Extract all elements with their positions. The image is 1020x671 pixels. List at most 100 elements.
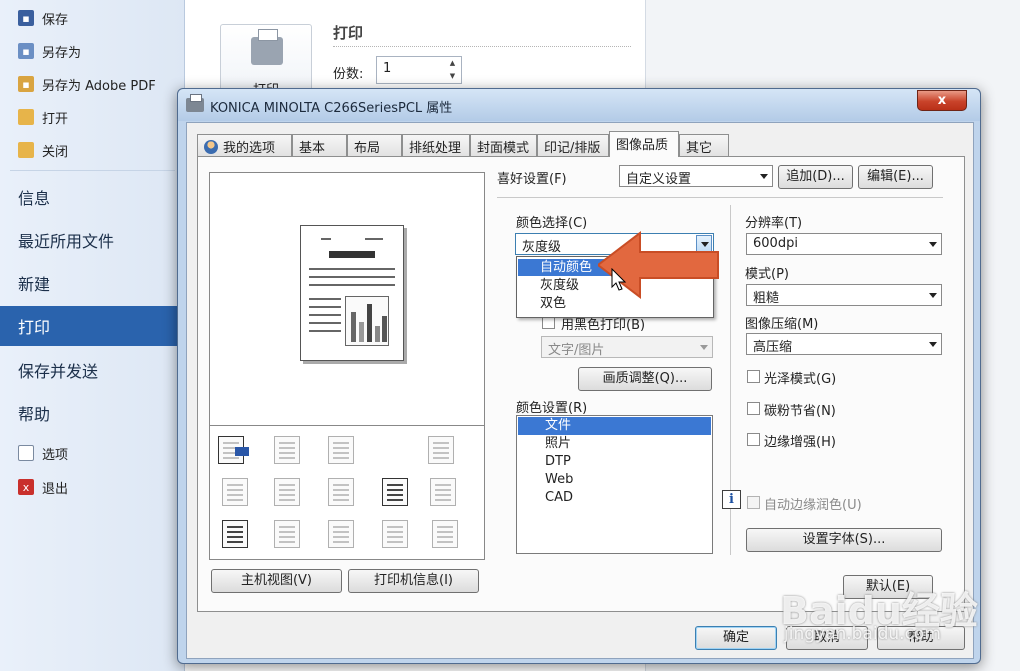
color-settings-item[interactable]: 文件	[518, 417, 711, 435]
copies-spinner[interactable]: ▲ ▼	[444, 57, 461, 83]
watermark-icon	[382, 478, 408, 506]
backstage-save-as[interactable]: ▪ 另存为	[0, 36, 185, 66]
ok-button[interactable]: 确定	[695, 626, 777, 650]
backstage-options-label: 选项	[42, 447, 69, 463]
backstage-help[interactable]: 帮助	[0, 393, 185, 433]
toner-save-checkbox[interactable]	[747, 402, 760, 415]
tab-basic[interactable]: 基本	[292, 134, 347, 156]
color-settings-item[interactable]: CAD	[518, 489, 711, 507]
backstage-save-send[interactable]: 保存并发送	[0, 350, 185, 390]
backstage-close-label: 关闭	[42, 144, 69, 160]
backstage-open[interactable]: 打开	[0, 102, 185, 132]
tab-other[interactable]: 其它	[679, 134, 729, 156]
tab-image-quality[interactable]: 图像品质	[609, 131, 679, 157]
backstage-recent[interactable]: 最近所用文件	[0, 220, 185, 260]
color-settings-item[interactable]: 照片	[518, 435, 711, 453]
color-settings-label: 颜色设置(R)	[516, 401, 588, 416]
edge-enhance-checkbox[interactable]	[747, 433, 760, 446]
info-icon[interactable]: i	[722, 490, 741, 509]
host-view-button[interactable]: 主机视图(V)	[211, 569, 342, 593]
mode-value: 粗糙	[753, 291, 780, 306]
tab-output[interactable]: 排纸处理	[402, 134, 470, 156]
exit-icon: x	[18, 479, 34, 495]
color-settings-list[interactable]: 文件 照片 DTP Web CAD	[516, 415, 713, 554]
preview-line	[321, 238, 331, 240]
edit-favorite-button[interactable]: 编辑(E)...	[858, 165, 933, 189]
backstage-save[interactable]: ▪ 保存	[0, 3, 185, 33]
backstage-options[interactable]: 选项	[0, 438, 185, 468]
tab-stamp-label: 印记/排版	[544, 141, 601, 156]
tab-image-quality-label: 图像品质	[616, 138, 669, 153]
baidu-watermark: Baidu经验 jingyan.baidu.com	[780, 580, 1020, 671]
tab-cover[interactable]: 封面模式	[470, 134, 537, 156]
color-settings-item[interactable]: DTP	[518, 453, 711, 471]
layout-icon	[218, 436, 249, 464]
preview-line	[309, 276, 395, 278]
punch-icon	[428, 436, 454, 464]
printer-icon	[186, 94, 204, 112]
tab-basic-label: 基本	[299, 141, 326, 156]
function-icons-panel	[209, 425, 485, 560]
favorites-divider	[497, 197, 943, 198]
tab-stamp[interactable]: 印记/排版	[537, 134, 609, 156]
auto-trap-checkbox[interactable]	[747, 496, 760, 509]
backstage-exit-label: 退出	[42, 481, 69, 497]
backstage-save-send-label: 保存并发送	[18, 362, 99, 381]
quality-adjust-button[interactable]: 画质调整(Q)...	[578, 367, 712, 391]
print-divider	[333, 46, 631, 47]
backstage-help-label: 帮助	[18, 405, 51, 424]
gloss-checkbox[interactable]	[747, 370, 760, 383]
preview-line	[309, 298, 341, 300]
staple-icon	[274, 436, 300, 464]
font-settings-button[interactable]: 设置字体(S)...	[746, 528, 942, 552]
preview-line	[309, 268, 395, 270]
backstage-save-as-pdf[interactable]: ▪ 另存为 Adobe PDF	[0, 69, 185, 99]
printer-icon	[251, 29, 283, 65]
favorites-select[interactable]: 自定义设置	[619, 165, 773, 187]
preview-line	[365, 238, 383, 240]
save-icon: ▪	[18, 10, 34, 26]
chevron-down-icon	[760, 174, 768, 179]
backstage-info-label: 信息	[18, 189, 51, 208]
group-icon	[274, 478, 300, 506]
compression-label: 图像压缩(M)	[745, 317, 819, 332]
tab-other-label: 其它	[686, 141, 713, 156]
save-as-icon: ▪	[18, 43, 34, 59]
preview-chart-bar	[375, 326, 380, 342]
backstage-new[interactable]: 新建	[0, 263, 185, 303]
settings-doc-icon	[382, 520, 408, 548]
backstage-new-label: 新建	[18, 275, 51, 294]
preview-line	[309, 306, 341, 308]
backstage-exit[interactable]: x 退出	[0, 472, 185, 502]
mode-select[interactable]: 粗糙	[746, 284, 942, 306]
compression-select[interactable]: 高压缩	[746, 333, 942, 355]
preview-line	[309, 284, 395, 286]
pdf-icon: ▪	[18, 76, 34, 92]
backstage-print[interactable]: 打印	[0, 306, 185, 346]
tab-output-label: 排纸处理	[409, 141, 462, 156]
text-image-select[interactable]: 文字/图片	[541, 336, 713, 358]
backstage-divider	[10, 170, 175, 171]
preview-line	[309, 314, 341, 316]
dialog-titlebar[interactable]: KONICA MINOLTA C266SeriesPCL 属性 x	[178, 89, 980, 121]
toner-save-label: 碳粉节省(N)	[764, 404, 836, 419]
text-image-value: 文字/图片	[548, 343, 605, 358]
backstage-info[interactable]: 信息	[0, 177, 185, 217]
page-preview	[209, 172, 485, 427]
color-select-label: 颜色选择(C)	[516, 216, 588, 231]
backstage-close[interactable]: 关闭	[0, 135, 185, 165]
edge-enhance-label: 边缘增强(H)	[764, 435, 836, 450]
compression-value: 高压缩	[753, 340, 793, 355]
add-favorite-button[interactable]: 追加(D)...	[778, 165, 853, 189]
backstage-save-as-pdf-label: 另存为 Adobe PDF	[42, 78, 156, 94]
resolution-select[interactable]: 600dpi	[746, 233, 942, 255]
preview-chart-bar	[351, 312, 356, 342]
chevron-down-icon	[700, 345, 708, 350]
chevron-down-icon	[929, 293, 937, 298]
mouse-cursor-icon	[611, 268, 627, 291]
dialog-close-button[interactable]: x	[917, 90, 967, 111]
tab-my-options[interactable]: 我的选项	[197, 134, 292, 156]
printer-info-button[interactable]: 打印机信息(I)	[348, 569, 479, 593]
tab-layout[interactable]: 布局	[347, 134, 402, 156]
color-settings-item[interactable]: Web	[518, 471, 711, 489]
